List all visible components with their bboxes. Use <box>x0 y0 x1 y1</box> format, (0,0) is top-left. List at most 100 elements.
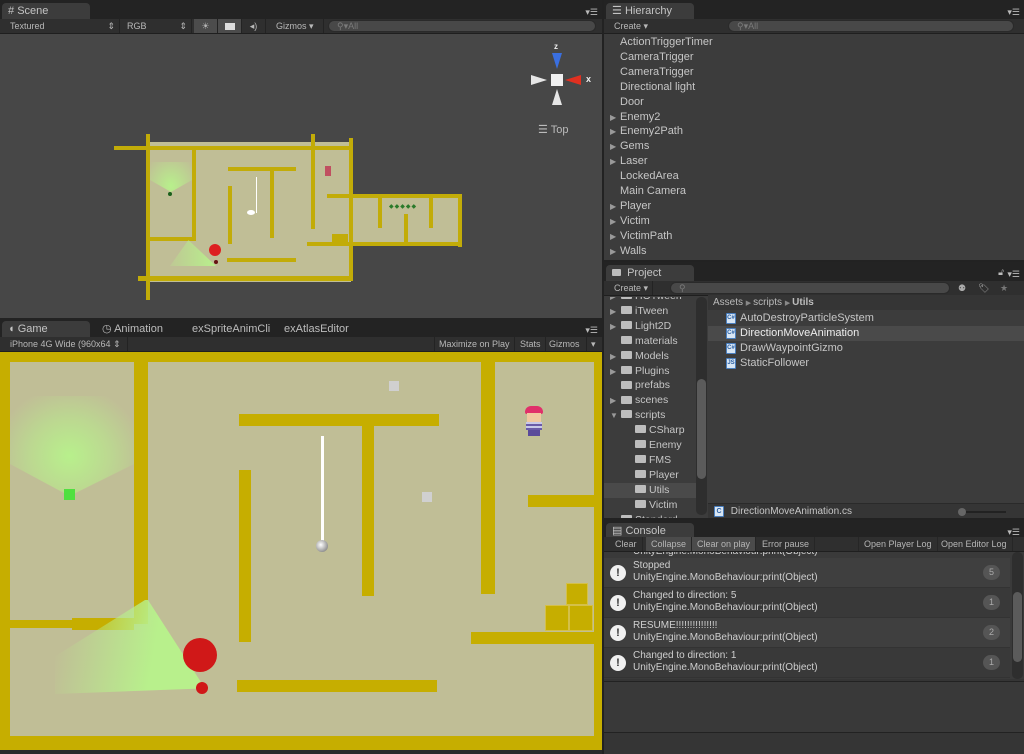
scene-orientation-gizmo[interactable]: z x <box>528 42 598 106</box>
audio-toggle[interactable]: ◂) <box>242 19 266 33</box>
error-pause-toggle[interactable]: Error pause <box>757 537 816 551</box>
hierarchy-item[interactable]: ▶ Enemy2 <box>604 110 1024 125</box>
filter-label-icon[interactable]: 🏷︎ <box>978 281 989 295</box>
lighting-toggle[interactable]: ☀ <box>194 19 218 33</box>
gizmos-dropdown-arrow[interactable]: ▾ <box>587 337 601 351</box>
expand-arrow-icon[interactable]: ▶ <box>610 364 616 379</box>
asset-file-item[interactable]: JS StaticFollower <box>708 356 1024 371</box>
scrollbar-thumb[interactable] <box>697 379 706 479</box>
gizmos-toggle[interactable]: Gizmos <box>545 337 587 351</box>
log-entry-partial[interactable]: UnityEngine.MonoBehaviour:print(Object) <box>633 552 818 557</box>
expand-arrow-icon[interactable]: ▶ <box>610 393 616 408</box>
hierarchy-item[interactable]: ▶ Laser <box>604 154 1024 169</box>
folder-tree-item[interactable]: Utils <box>604 482 696 498</box>
folder-tree-item[interactable]: Victim <box>604 498 696 513</box>
log-entry[interactable]: ! Changed to direction: 5 UnityEngine.Mono… <box>604 588 1010 618</box>
hierarchy-item[interactable]: ActionTriggerTimer <box>604 35 1024 50</box>
folder-tree-item[interactable]: ▼ scripts <box>604 408 696 423</box>
axis-neg-x-cone[interactable] <box>531 75 547 85</box>
color-mode-dropdown[interactable]: RGB ⇕ <box>120 19 192 33</box>
open-player-log-button[interactable]: Open Player Log <box>858 537 938 551</box>
expand-arrow-icon[interactable]: ▶ <box>610 349 616 364</box>
folder-tree-item[interactable]: Player <box>604 468 696 483</box>
view-label[interactable]: ☰ Top <box>538 123 568 136</box>
hierarchy-item[interactable]: LockedArea <box>604 169 1024 184</box>
project-search-input[interactable]: ⚲ <box>670 282 950 294</box>
enemy-red-dot[interactable] <box>196 682 208 694</box>
image-effects-toggle[interactable] <box>218 19 242 33</box>
tab-exspriteanimclip[interactable]: exSpriteAnimCli <box>186 321 278 337</box>
expand-arrow-icon[interactable]: ▶ <box>610 110 616 125</box>
hierarchy-item[interactable]: Main Camera <box>604 184 1024 199</box>
axis-neg-z-cone[interactable] <box>552 89 562 105</box>
open-editor-log-button[interactable]: Open Editor Log <box>936 537 1013 551</box>
asset-file-item[interactable]: C# DrawWaypointGizmo <box>708 341 1024 356</box>
expand-arrow-icon[interactable]: ▶ <box>610 319 616 334</box>
stats-toggle[interactable]: Stats <box>516 337 546 351</box>
expand-arrow-icon[interactable]: ▶ <box>610 124 616 139</box>
tab-hierarchy[interactable]: ☰ Hierarchy <box>606 3 694 19</box>
create-dropdown[interactable]: Create ▾ <box>610 19 652 33</box>
hierarchy-item[interactable]: Door <box>604 95 1024 110</box>
axis-z-cone[interactable] <box>552 53 562 69</box>
log-entry[interactable]: ! Changed to direction: 1 UnityEngine.Mono… <box>604 648 1010 678</box>
axis-center-cube[interactable] <box>551 74 563 86</box>
log-entry[interactable]: ! Stopped UnityEngine.MonoBehaviour:print(… <box>604 558 1010 588</box>
filter-type-icon[interactable]: ⚉ <box>958 281 966 295</box>
favorite-star-icon[interactable]: ★ <box>1000 281 1008 295</box>
panel-menu-icon[interactable]: ▾☰ <box>585 325 598 336</box>
collapse-toggle[interactable]: Collapse <box>646 537 693 551</box>
slider-knob[interactable] <box>958 508 966 516</box>
game-view[interactable] <box>0 352 602 750</box>
breadcrumb-item[interactable]: scripts <box>753 297 782 308</box>
tab-project[interactable]: Project <box>606 265 694 281</box>
console-scrollbar[interactable] <box>1012 552 1023 679</box>
clear-on-play-toggle[interactable]: Clear on play <box>692 537 757 551</box>
aspect-dropdown[interactable]: iPhone 4G Wide (960x64 ⇕ <box>0 337 128 351</box>
folder-tree-item[interactable]: ▶ scenes <box>604 393 696 408</box>
tab-scene[interactable]: # Scene <box>2 3 90 19</box>
expand-arrow-icon[interactable]: ▶ <box>610 199 616 214</box>
breadcrumb-item[interactable]: Assets <box>713 297 743 308</box>
panel-menu-icon[interactable]: ▾☰ <box>1007 7 1020 18</box>
hierarchy-item[interactable]: ▶ VictimPath <box>604 229 1024 244</box>
collapse-arrow-icon[interactable]: ▼ <box>610 408 618 423</box>
folder-tree-item[interactable]: CSharp <box>604 423 696 438</box>
folder-tree-item[interactable]: Enemy <box>604 438 696 453</box>
expand-arrow-icon[interactable]: ▶ <box>610 229 616 244</box>
expand-arrow-icon[interactable]: ▶ <box>610 139 616 154</box>
hierarchy-item[interactable]: ▶ Player <box>604 199 1024 214</box>
create-dropdown[interactable]: Create ▾ <box>610 281 654 295</box>
folder-tree-item[interactable]: ▶ Models <box>604 349 696 364</box>
folder-tree-item[interactable]: prefabs <box>604 378 696 393</box>
panel-menu-icon[interactable]: ▾☰ <box>1007 269 1020 280</box>
asset-file-item[interactable]: C# DirectionMoveAnimation <box>708 326 1024 341</box>
expand-arrow-icon[interactable]: ▶ <box>610 214 616 229</box>
expand-arrow-icon[interactable]: ▶ <box>610 304 616 319</box>
scene-level-view[interactable]: ◆◆◆◆◆ <box>110 130 470 300</box>
panel-menu-icon[interactable]: ▾☰ <box>585 7 598 18</box>
enemy-green[interactable] <box>64 489 75 500</box>
folder-tree-item[interactable]: ▶ Light2D <box>604 319 696 334</box>
folder-tree-scrollbar[interactable] <box>696 297 707 515</box>
hierarchy-item[interactable]: ▶ Walls <box>604 244 1024 259</box>
hierarchy-item[interactable]: Directional light <box>604 80 1024 95</box>
lock-icon[interactable]: 🔓︎ <box>998 267 1004 278</box>
folder-tree-item[interactable]: ▶ Plugins <box>604 364 696 379</box>
tab-game[interactable]: ◖ Game <box>2 321 90 337</box>
scrollbar-thumb[interactable] <box>1013 592 1022 662</box>
clear-button[interactable]: Clear <box>610 537 643 551</box>
hierarchy-item[interactable]: ▶ Gems <box>604 139 1024 154</box>
maximize-on-play-toggle[interactable]: Maximize on Play <box>434 337 515 351</box>
log-entry[interactable]: ! RESUME!!!!!!!!!!!!!!! UnityEngine.MonoBe… <box>604 618 1010 648</box>
folder-tree-item[interactable]: FMS <box>604 453 696 468</box>
hierarchy-item[interactable]: CameraTrigger <box>604 65 1024 80</box>
scene-search-input[interactable]: ⚲▾All <box>328 20 596 32</box>
render-mode-dropdown[interactable]: Textured ⇕ <box>0 19 120 33</box>
icon-size-slider[interactable] <box>958 508 1006 516</box>
breadcrumb-item[interactable]: Utils <box>792 297 814 308</box>
laser-emitter[interactable] <box>316 540 328 552</box>
expand-arrow-icon[interactable]: ▶ <box>610 513 616 519</box>
expand-arrow-icon[interactable]: ▶ <box>610 244 616 259</box>
expand-arrow-icon[interactable]: ▶ <box>610 154 616 169</box>
